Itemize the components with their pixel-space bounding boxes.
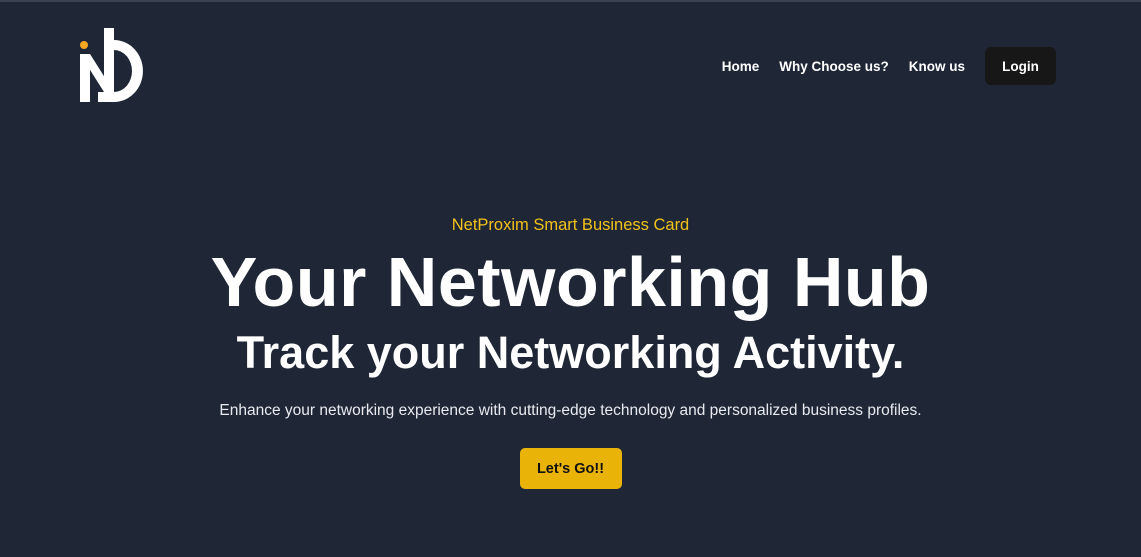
netproxim-logo-icon[interactable] xyxy=(78,26,146,106)
login-button[interactable]: Login xyxy=(985,47,1056,85)
main-nav: Home Why Choose us? Know us Login xyxy=(722,47,1056,85)
hero-section: NetProxim Smart Business Card Your Netwo… xyxy=(0,210,1141,489)
hero-eyebrow: NetProxim Smart Business Card xyxy=(451,216,690,234)
nav-link-home[interactable]: Home xyxy=(722,59,760,74)
hero-subheadline: Track your Networking Activity. xyxy=(236,327,905,378)
nav-link-know-us[interactable]: Know us xyxy=(909,59,965,74)
cta-container: Let's Go!! xyxy=(0,448,1141,489)
hero-description: Enhance your networking experience with … xyxy=(219,402,922,419)
lets-go-button[interactable]: Let's Go!! xyxy=(519,448,622,489)
hero-headline: Your Networking Hub xyxy=(210,243,931,321)
site-header: Home Why Choose us? Know us Login xyxy=(0,0,1141,130)
nav-link-why-choose-us[interactable]: Why Choose us? xyxy=(779,59,889,74)
